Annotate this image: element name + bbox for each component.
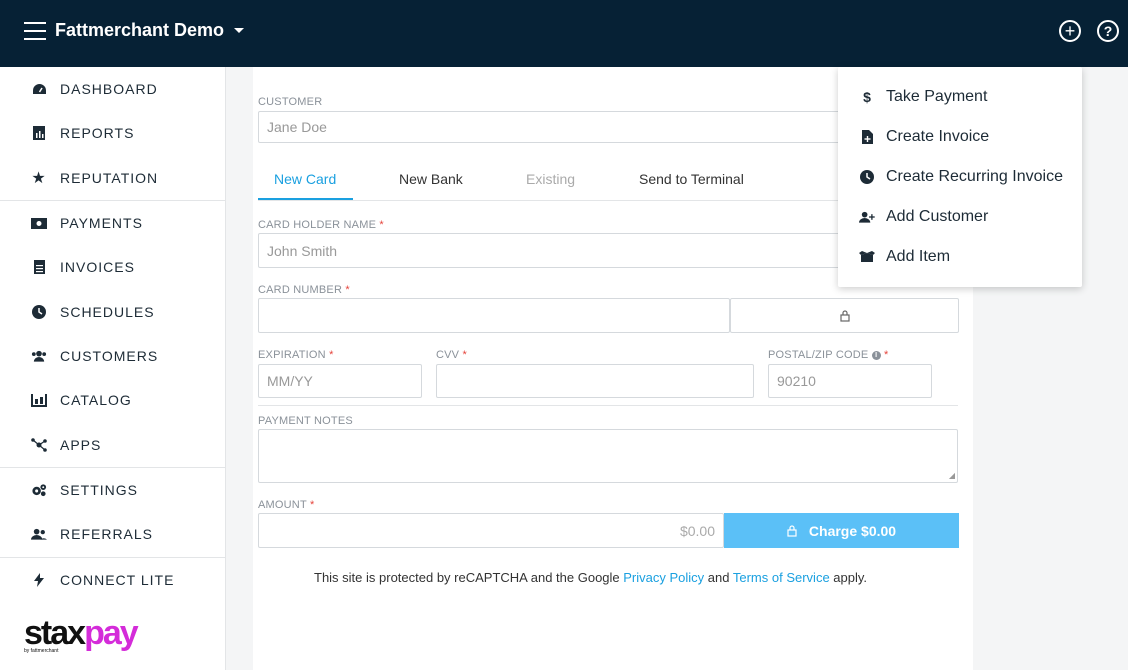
sidebar-item-apps[interactable]: APPS (0, 423, 225, 467)
sidebar-item-customers[interactable]: CUSTOMERS (0, 334, 225, 378)
dashboard-icon (31, 81, 47, 97)
card-holder-label: CARD HOLDER NAME * (258, 219, 384, 231)
menu-item-create-recurring-invoice[interactable]: Create Recurring Invoice (838, 157, 1082, 197)
money-icon (31, 215, 47, 231)
resize-handle-icon[interactable]: ◢ (949, 471, 955, 480)
menu-item-create-invoice[interactable]: Create Invoice (838, 117, 1082, 157)
bolt-icon (31, 572, 47, 588)
terms-of-service-link[interactable]: Terms of Service (733, 570, 830, 585)
sidebar-item-reputation[interactable]: ★ REPUTATION (0, 156, 225, 200)
cvv-label: CVV * (436, 349, 467, 361)
lock-icon (839, 309, 850, 322)
file-plus-icon (859, 129, 875, 145)
menu-item-take-payment[interactable]: $ Take Payment (838, 77, 1082, 117)
staxpay-logo: staxpay by fattmerchant (24, 614, 139, 654)
card-number-field[interactable] (258, 298, 730, 333)
active-tab-indicator (258, 198, 353, 200)
sidebar-item-invoices[interactable]: INVOICES (0, 245, 225, 289)
card-number-label: CARD NUMBER * (258, 284, 350, 296)
sidebar-item-reports[interactable]: REPORTS (0, 111, 225, 155)
sidebar-item-schedules[interactable]: SCHEDULES (0, 290, 225, 334)
expiration-field[interactable]: MM/YY (258, 364, 422, 398)
menu-item-add-item[interactable]: Add Item (838, 237, 1082, 277)
clock-icon (31, 304, 47, 320)
hamburger-menu-icon[interactable] (24, 22, 46, 40)
cvv-field[interactable] (436, 364, 754, 398)
postal-field[interactable]: 90210 (768, 364, 932, 398)
gears-icon (31, 482, 47, 498)
tab-new-bank[interactable]: New Bank (399, 171, 463, 187)
brand-name: Fattmerchant Demo (55, 20, 225, 40)
apps-icon (31, 437, 47, 453)
expiration-label: EXPIRATION * (258, 349, 334, 361)
menu-item-add-customer[interactable]: Add Customer (838, 197, 1082, 237)
recaptcha-notice: This site is protected by reCAPTCHA and … (314, 570, 868, 585)
caret-down-icon (234, 28, 245, 33)
users-icon (31, 348, 47, 364)
amount-field[interactable]: $0.00 (258, 513, 724, 548)
customer-label: CUSTOMER (258, 96, 323, 108)
quick-actions-menu: $ Take Payment Create Invoice Create Rec… (838, 67, 1082, 287)
charge-button[interactable]: Charge $0.00 (724, 513, 959, 548)
sidebar-item-settings[interactable]: SETTINGS (0, 468, 225, 512)
top-bar: Fattmerchant Demo + ? (0, 0, 1128, 67)
card-lock-box (730, 298, 959, 333)
sidebar-item-referrals[interactable]: REFERRALS (0, 512, 225, 556)
catalog-icon (31, 392, 47, 408)
sidebar: DASHBOARD REPORTS ★ REPUTATION PAYMENTS … (0, 67, 226, 670)
account-switcher[interactable]: Fattmerchant Demo (55, 20, 245, 41)
tab-existing[interactable]: Existing (526, 171, 575, 187)
tab-send-to-terminal[interactable]: Send to Terminal (639, 171, 744, 187)
sidebar-item-connect-lite[interactable]: CONNECT LITE (0, 558, 225, 602)
postal-label: POSTAL/ZIP CODE i * (768, 349, 889, 361)
sidebar-item-catalog[interactable]: CATALOG (0, 378, 225, 422)
box-icon (859, 249, 875, 265)
referrals-icon (31, 526, 47, 542)
dollar-icon: $ (863, 89, 871, 105)
sidebar-item-payments[interactable]: PAYMENTS (0, 201, 225, 245)
privacy-policy-link[interactable]: Privacy Policy (623, 570, 704, 585)
form-divider (258, 405, 958, 406)
payment-notes-field[interactable]: ◢ (258, 429, 958, 483)
clock-icon (859, 169, 875, 185)
sidebar-item-dashboard[interactable]: DASHBOARD (0, 67, 225, 111)
amount-label: AMOUNT * (258, 499, 315, 511)
help-icon[interactable]: ? (1097, 20, 1119, 42)
star-icon: ★ (31, 170, 47, 187)
payment-notes-label: PAYMENT NOTES (258, 415, 353, 427)
invoice-icon (31, 259, 47, 275)
lock-icon (787, 524, 797, 537)
tab-new-card[interactable]: New Card (274, 171, 336, 187)
info-icon[interactable]: i (871, 350, 881, 360)
add-icon[interactable]: + (1059, 20, 1081, 42)
user-plus-icon (859, 209, 875, 225)
reports-icon (31, 125, 47, 141)
